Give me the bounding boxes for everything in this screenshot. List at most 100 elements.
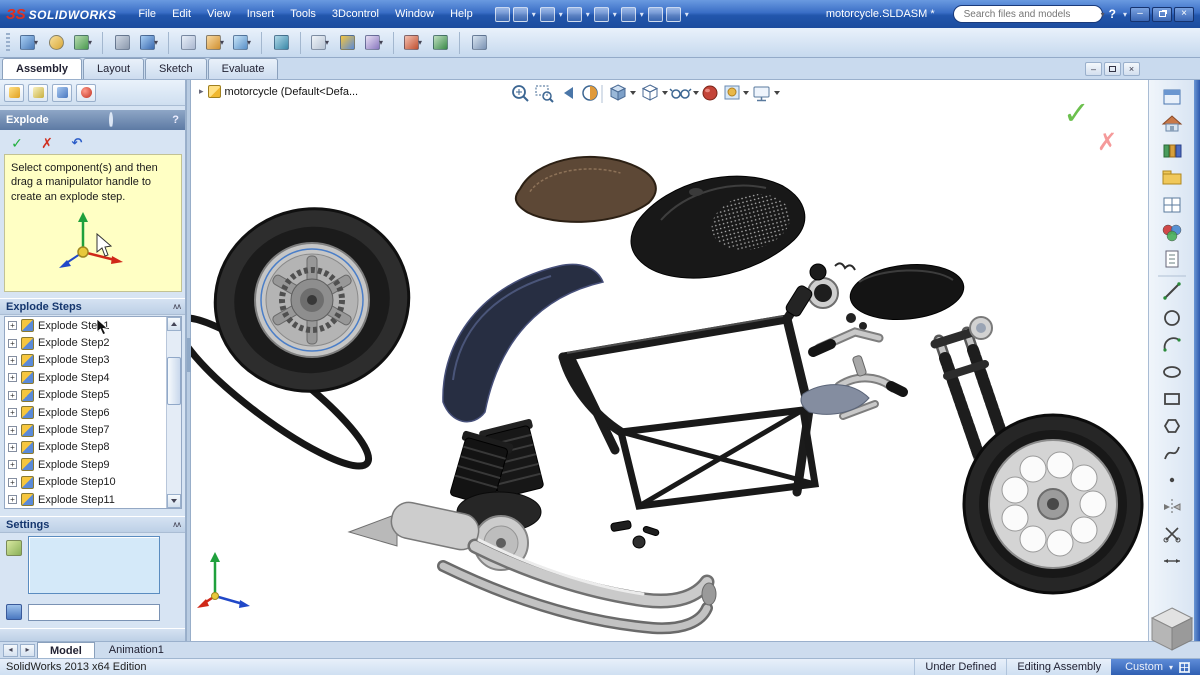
search-box[interactable]: ▾ [953,5,1103,23]
menu-help[interactable]: Help [442,5,481,23]
circle-tool-icon[interactable] [1165,311,1179,325]
scroll-thumb[interactable] [167,357,181,405]
explode-distance-input[interactable] [28,604,160,621]
undo-dropdown-icon[interactable]: ▾ [613,10,617,19]
help-dropdown-icon[interactable]: ▾ [1123,10,1127,19]
minimize-button[interactable]: – [1130,7,1150,22]
rectangle-tool-icon[interactable] [1165,394,1179,404]
view-orientation-dropdown-icon[interactable] [630,91,636,95]
expand-icon[interactable]: + [8,426,17,435]
help-button[interactable]: ? [1109,7,1116,21]
linear-component-pattern-button[interactable]: ▾ [71,31,95,55]
file-explorer-icon[interactable] [1163,171,1181,184]
solidworks-resources-icon[interactable] [1164,90,1180,104]
expand-icon[interactable]: + [8,443,17,452]
scroll-up-button[interactable] [167,317,181,331]
save-icon[interactable] [540,7,555,22]
foot-controls[interactable] [610,520,659,548]
explode-steps-list[interactable]: +Explode Step1 +Explode Step2 +Explode S… [4,316,182,509]
feature-tree-root[interactable]: ▸ motorcycle (Default<Defa... [199,85,358,98]
options-dropdown-icon[interactable]: ▾ [685,10,689,19]
select-icon[interactable] [621,7,636,22]
cancel-button[interactable]: ✗ [36,134,58,153]
close-button[interactable]: × [1174,7,1194,22]
line-tool-icon[interactable] [1163,282,1180,299]
expand-icon[interactable]: + [8,391,17,400]
section-view-icon[interactable] [583,86,597,100]
custom-properties-icon[interactable] [1166,251,1178,267]
insert-components-button[interactable]: ▾ [17,31,41,55]
home-icon[interactable] [1163,116,1181,131]
frame[interactable] [563,284,815,506]
previous-view-icon[interactable] [564,87,573,99]
tab-assembly[interactable]: Assembly [2,58,82,79]
doc-restore-button[interactable] [1104,62,1121,76]
menu-file[interactable]: File [130,5,164,23]
rear-wheel[interactable] [198,191,426,409]
expand-icon[interactable]: + [8,373,17,382]
new-motion-study-button[interactable] [269,31,293,55]
menu-3dcontrol[interactable]: 3Dcontrol [324,5,387,23]
configurationmanager-tab[interactable] [52,84,72,102]
smart-fasteners-button[interactable] [110,31,134,55]
expand-icon[interactable]: + [8,356,17,365]
hide-show-items-icon[interactable] [670,89,691,98]
menu-edit[interactable]: Edit [164,5,199,23]
front-wheel[interactable] [964,415,1142,593]
pin-icon[interactable] [109,114,113,126]
doc-close-button[interactable]: × [1123,62,1140,76]
trim-tool-icon[interactable] [1164,528,1180,542]
doc-minimize-button[interactable]: – [1085,62,1102,76]
show-hidden-components-button[interactable] [176,31,200,55]
menu-window[interactable]: Window [387,5,442,23]
units-selector[interactable]: Custom [1125,661,1163,673]
apply-scene-dropdown-icon[interactable] [743,91,749,95]
print-dropdown-icon[interactable]: ▾ [586,10,590,19]
ellipse-tool-icon[interactable] [1164,367,1180,377]
new-document-icon[interactable] [495,7,510,22]
tab-animation1[interactable]: Animation1 [97,642,176,658]
bill-of-materials-button[interactable]: ▾ [308,31,332,55]
display-style-dropdown-icon[interactable] [662,91,668,95]
zoom-to-fit-icon[interactable] [513,86,528,101]
collapse-chevron-icon[interactable]: ∧∧ [172,520,180,529]
tab-evaluate[interactable]: Evaluate [208,58,279,79]
expand-icon[interactable]: + [8,408,17,417]
explode-line-sketch-button[interactable]: ▾ [362,31,386,55]
expand-icon[interactable]: + [8,339,17,348]
point-tool-icon[interactable] [1169,478,1173,482]
menu-view[interactable]: View [199,5,239,23]
pm-help-icon[interactable]: ? [172,114,179,126]
mate-button[interactable] [44,31,68,55]
collapse-chevron-icon[interactable]: ∧∧ [172,302,180,311]
featuremanager-tree-tab[interactable] [4,84,24,102]
expand-icon[interactable]: + [8,495,17,504]
open-document-icon[interactable] [513,7,528,22]
search-dropdown-icon[interactable]: ▾ [1101,10,1105,19]
edit-appearance-icon[interactable] [703,86,717,100]
settings-group-header[interactable]: Settings ∧∧ [0,516,186,533]
fuel-tank[interactable] [631,176,805,278]
propertymanager-tab[interactable] [28,84,48,102]
exploded-view-button[interactable] [335,31,359,55]
hide-show-dropdown-icon[interactable] [693,91,699,95]
move-component-button[interactable]: ▾ [137,31,161,55]
assembly-name[interactable]: motorcycle (Default<Defa... [225,86,359,98]
assembly-features-button[interactable]: ▾ [203,31,227,55]
tab-layout[interactable]: Layout [83,58,144,79]
expand-icon[interactable]: + [8,460,17,469]
apply-scene-icon[interactable] [725,86,739,99]
menu-tools[interactable]: Tools [282,5,324,23]
toolbar-grip[interactable] [6,33,10,53]
external-references-button[interactable] [467,31,491,55]
ok-button[interactable]: ✓ [6,134,28,153]
view-settings-dropdown-icon[interactable] [774,91,780,95]
undo-icon[interactable] [594,7,609,22]
steps-scrollbar[interactable] [166,317,181,508]
view-settings-icon[interactable] [754,87,769,101]
display-style-icon[interactable] [643,85,657,100]
tab-scroll-back-button[interactable]: ◂ [3,644,18,657]
mirror-tool-icon[interactable] [1164,499,1180,515]
interference-detection-button[interactable]: ▾ [401,31,425,55]
corner-cube-icon[interactable] [1146,604,1198,654]
